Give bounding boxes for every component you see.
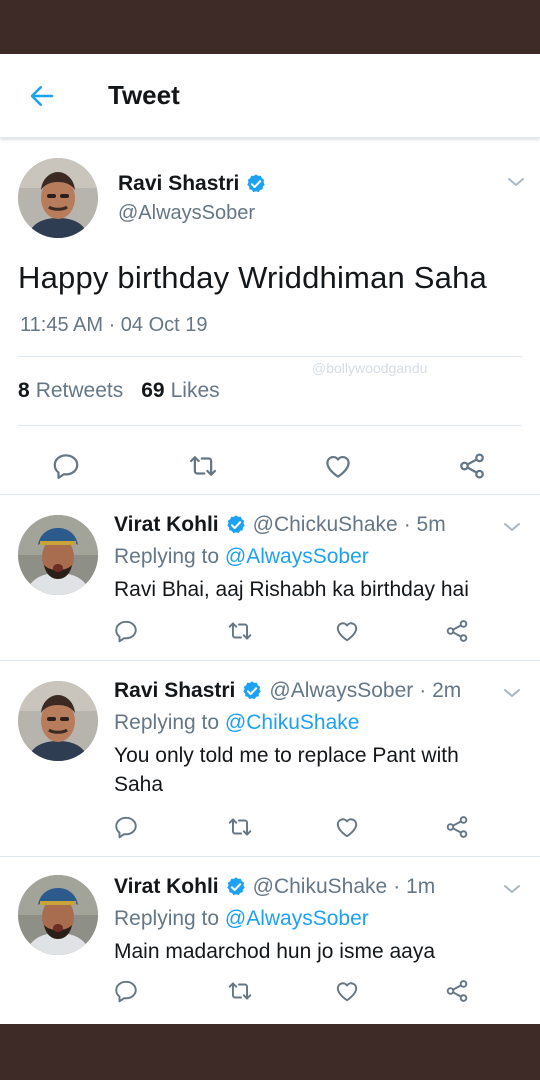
author-handle[interactable]: @AlwaysSober	[269, 679, 413, 703]
reply-button[interactable]	[110, 615, 142, 647]
replying-to-link[interactable]: @AlwaysSober	[225, 545, 369, 568]
avatar[interactable]	[18, 875, 98, 955]
retweet-button[interactable]	[224, 811, 256, 843]
reply-time: · 1m	[393, 875, 436, 898]
author-name: Ravi Shastri	[118, 172, 240, 195]
retweet-button[interactable]	[187, 450, 219, 482]
replying-to-link[interactable]: @ChikuShake	[225, 711, 360, 734]
reply-icon	[113, 618, 139, 644]
reply-text: Main madarchod hun jo isme aaya	[114, 940, 436, 963]
share-icon	[444, 978, 470, 1004]
like-button[interactable]	[331, 615, 363, 647]
reply-time: · 5m	[403, 513, 446, 536]
heart-icon	[334, 618, 360, 644]
likes-count: 69	[141, 379, 165, 402]
author-name[interactable]: Virat Kohli	[114, 875, 219, 899]
share-button[interactable]	[441, 975, 473, 1007]
replying-prefix: Replying to	[114, 545, 225, 568]
retweet-icon	[227, 814, 253, 840]
replying-prefix: Replying to	[114, 907, 225, 930]
author-name[interactable]: Ravi Shastri	[114, 679, 235, 703]
verified-badge-icon	[225, 876, 247, 898]
heart-icon	[323, 451, 353, 481]
likes-label: Likes	[170, 379, 220, 402]
share-icon	[457, 451, 487, 481]
arrow-left-icon	[30, 86, 54, 106]
app-bar: Tweet	[0, 54, 540, 138]
page-title: Tweet	[108, 80, 180, 110]
retweet-icon	[188, 451, 218, 481]
chevron-down-icon[interactable]	[500, 515, 524, 539]
heart-icon	[334, 978, 360, 1004]
retweet-icon	[227, 978, 253, 1004]
reply-header: Virat Kohli @ChickuShake · 5m	[114, 513, 446, 537]
replying-to: Replying to @ChikuShake	[114, 711, 359, 735]
share-icon	[444, 814, 470, 840]
verified-badge-icon	[245, 173, 267, 195]
retweet-button[interactable]	[224, 975, 256, 1007]
reply-tweet[interactable]: Ravi Shastri @AlwaysSober · 2m Replying …	[0, 660, 540, 856]
likes-stat[interactable]: 69 Likes	[141, 379, 219, 403]
like-button[interactable]	[331, 975, 363, 1007]
tweet-timestamp: 11:45 AM · 04 Oct 19	[20, 314, 208, 336]
watermark: @bollywoodgandu	[312, 360, 428, 376]
share-button[interactable]	[456, 450, 488, 482]
author-handle[interactable]: @AlwaysSober	[118, 202, 255, 225]
replying-to: Replying to @AlwaysSober	[114, 907, 369, 931]
replying-prefix: Replying to	[114, 711, 225, 734]
verified-badge-icon	[241, 680, 263, 702]
like-button[interactable]	[331, 811, 363, 843]
reply-icon	[51, 451, 81, 481]
chevron-down-icon[interactable]	[504, 170, 528, 194]
share-button[interactable]	[441, 811, 473, 843]
reply-tweet[interactable]: Virat Kohli @ChickuShake · 5m Replying t…	[0, 494, 540, 660]
replying-to-link[interactable]: @AlwaysSober	[225, 907, 369, 930]
reply-time: · 2m	[419, 679, 462, 702]
avatar[interactable]	[18, 515, 98, 595]
tweet-actions	[0, 446, 540, 490]
tweet-detail-screen: Tweet Ravi Shastri @AlwaysSober Happy bi…	[0, 54, 540, 1024]
avatar[interactable]	[18, 158, 98, 238]
reply-icon	[113, 978, 139, 1004]
top-frame	[0, 0, 540, 54]
tweet-stats: 8 Retweets 69 Likes	[18, 379, 220, 403]
main-tweet: Ravi Shastri @AlwaysSober Happy birthday…	[0, 140, 540, 492]
reply-text: Ravi Bhai, aaj Rishabh ka birthday hai	[114, 578, 469, 601]
verified-badge-icon	[225, 514, 247, 536]
replying-to: Replying to @AlwaysSober	[114, 545, 369, 569]
author-handle[interactable]: @ChikuShake	[253, 875, 388, 899]
tweet-text: Happy birthday Wriddhiman Saha	[18, 260, 487, 295]
reply-button[interactable]	[110, 975, 142, 1007]
bottom-frame	[0, 1024, 540, 1080]
author-handle[interactable]: @ChickuShake	[253, 513, 398, 537]
reply-header: Ravi Shastri @AlwaysSober · 2m	[114, 679, 461, 703]
divider	[18, 425, 522, 426]
reply-icon	[113, 814, 139, 840]
reply-header: Virat Kohli @ChikuShake · 1m	[114, 875, 435, 899]
back-button[interactable]	[22, 78, 62, 114]
chevron-down-icon[interactable]	[500, 877, 524, 901]
chevron-down-icon[interactable]	[500, 681, 524, 705]
retweets-stat[interactable]: 8 Retweets	[18, 379, 123, 403]
like-button[interactable]	[322, 450, 354, 482]
retweet-icon	[227, 618, 253, 644]
heart-icon	[334, 814, 360, 840]
avatar[interactable]	[18, 681, 98, 761]
reply-button[interactable]	[50, 450, 82, 482]
reply-tweet[interactable]: Virat Kohli @ChikuShake · 1m Replying to…	[0, 856, 540, 1024]
reply-text: You only told me to replace Pant with Sa…	[114, 744, 459, 796]
retweets-label: Retweets	[35, 379, 124, 402]
reply-button[interactable]	[110, 811, 142, 843]
author-name-row[interactable]: Ravi Shastri	[118, 172, 267, 196]
retweet-button[interactable]	[224, 615, 256, 647]
retweets-count: 8	[18, 379, 30, 402]
divider	[18, 356, 522, 357]
author-name[interactable]: Virat Kohli	[114, 513, 219, 537]
share-icon	[444, 618, 470, 644]
share-button[interactable]	[441, 615, 473, 647]
